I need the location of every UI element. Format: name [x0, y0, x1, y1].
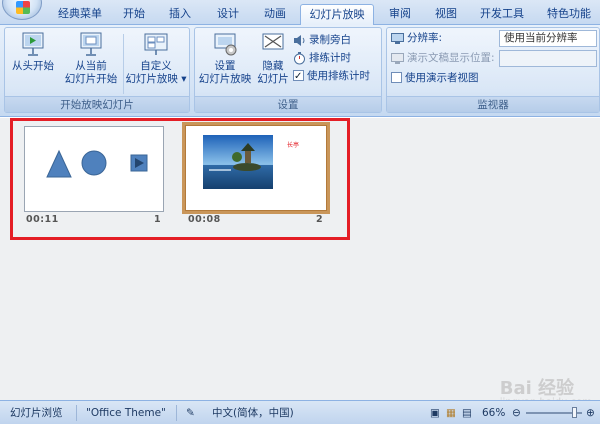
- status-view-name: 幻灯片浏览: [10, 407, 63, 419]
- zoom-out-icon[interactable]: ⊖: [512, 401, 521, 425]
- reading-view-icon[interactable]: ▤: [462, 401, 472, 425]
- slide-sorter-view-icon[interactable]: ▦: [446, 401, 456, 425]
- from-current-label-1: 从当前: [75, 60, 107, 72]
- checkbox-checked-icon: [293, 68, 304, 85]
- setup-slideshow-label-1: 设置: [214, 60, 236, 72]
- projector-screen-icon: [22, 32, 44, 56]
- group-setup-label: 设置: [195, 96, 381, 112]
- ribbon: 从头开始 从当前 幻灯片开始 自定义 幻灯片放映 ▾ 开始放映幻灯片 设置 幻灯…: [0, 25, 600, 117]
- tab-view[interactable]: 视图: [428, 4, 464, 25]
- zoom-in-icon[interactable]: ⊕: [586, 401, 595, 425]
- from-start-label: 从头开始: [12, 60, 54, 72]
- custom-slideshow-icon: [144, 33, 168, 55]
- presenter-view-checkbox[interactable]: 使用演示者视图: [391, 70, 479, 87]
- projector-screen-current-icon: [80, 32, 102, 56]
- bottom-strip: [0, 424, 600, 438]
- normal-view-icon[interactable]: ▣: [430, 401, 440, 425]
- rehearse-timings-button[interactable]: 排练计时: [293, 50, 351, 67]
- tab-design[interactable]: 设计: [208, 4, 248, 25]
- from-start-button[interactable]: 从头开始: [9, 30, 57, 73]
- show-on-label: 演示文稿显示位置:: [407, 52, 495, 64]
- dropdown-arrow-icon: ▾: [181, 73, 187, 85]
- hide-slide-icon: [262, 33, 284, 50]
- resolution-label-wrap: 分辨率:: [391, 30, 442, 47]
- hide-slide-label-1: 隐藏: [262, 60, 284, 72]
- from-current-label-2: 幻灯片开始: [64, 73, 118, 85]
- group-monitor-label: 监视器: [387, 96, 599, 112]
- highlight-box: [10, 118, 350, 240]
- use-timings-label: 使用排练计时: [307, 70, 370, 82]
- office-button[interactable]: [2, 0, 42, 20]
- resolution-label: 分辨率:: [407, 32, 443, 44]
- hide-slide-label-2: 幻灯片: [257, 73, 289, 85]
- ribbon-tab-bar: 经典菜单 开始 插入 设计 动画 幻灯片放映 审阅 视图 开发工具 特色功能: [0, 0, 600, 26]
- tab-home[interactable]: 开始: [114, 4, 154, 25]
- setup-slideshow-icon: [214, 33, 237, 56]
- custom-slideshow-button[interactable]: 自定义 幻灯片放映 ▾: [125, 30, 187, 86]
- group-start-slideshow: 从头开始 从当前 幻灯片开始 自定义 幻灯片放映 ▾ 开始放映幻灯片: [4, 27, 190, 113]
- tab-developer[interactable]: 开发工具: [474, 4, 530, 25]
- tab-classic-menu[interactable]: 经典菜单: [50, 4, 110, 25]
- watermark-text: Bai 经验: [499, 378, 575, 399]
- checkbox-unchecked-icon: [391, 71, 402, 83]
- monitor-icon: [391, 32, 404, 44]
- from-current-button[interactable]: 从当前 幻灯片开始: [63, 30, 119, 86]
- custom-slideshow-label-1: 自定义: [140, 60, 172, 72]
- zoom-level[interactable]: 66%: [482, 401, 505, 425]
- custom-slideshow-label-2: 幻灯片放映 ▾: [125, 73, 187, 85]
- setup-slideshow-label-2: 幻灯片放映: [198, 73, 252, 85]
- show-on-select[interactable]: [499, 50, 597, 67]
- speaker-icon: [294, 34, 305, 46]
- show-on-label-wrap: 演示文稿显示位置:: [391, 50, 495, 67]
- status-language[interactable]: 中文(简体，中国): [212, 401, 294, 425]
- tab-review[interactable]: 审阅: [382, 4, 418, 25]
- zoom-slider-thumb[interactable]: [572, 407, 577, 418]
- hide-slide-button[interactable]: 隐藏 幻灯片: [255, 30, 291, 86]
- status-bar: 幻灯片浏览 "Office Theme" ✎ 中文(简体，中国) ▣ ▦ ▤ 6…: [0, 400, 600, 424]
- tab-slideshow[interactable]: 幻灯片放映: [300, 4, 374, 26]
- resolution-select[interactable]: 使用当前分辨率: [499, 30, 597, 47]
- presenter-view-label: 使用演示者视图: [405, 72, 479, 84]
- group-setup: 设置 幻灯片放映 隐藏 幻灯片 录制旁白 排练计时 ✓使用排练计时 设置: [194, 27, 382, 113]
- status-theme[interactable]: "Office Theme": [86, 401, 166, 425]
- use-timings-checkbox[interactable]: 使用排练计时: [293, 68, 370, 85]
- slide-sorter-area: 00:11 1 长亭 00:08 2: [0, 118, 600, 400]
- spellcheck-icon[interactable]: ✎: [186, 401, 195, 425]
- monitor-disabled-icon: [391, 52, 404, 64]
- record-narration-button[interactable]: 录制旁白: [293, 32, 351, 49]
- group-divider: [123, 34, 124, 94]
- tab-animation[interactable]: 动画: [255, 4, 295, 25]
- record-narration-label: 录制旁白: [309, 34, 351, 46]
- tab-insert[interactable]: 插入: [160, 4, 200, 25]
- status-divider: [176, 405, 177, 421]
- status-divider: [76, 405, 77, 421]
- tab-special-features[interactable]: 特色功能: [540, 4, 598, 25]
- setup-slideshow-button[interactable]: 设置 幻灯片放映: [197, 30, 253, 86]
- group-monitor: 分辨率: 使用当前分辨率 演示文稿显示位置: 使用演示者视图 监视器: [386, 27, 600, 113]
- group-start-label: 开始放映幻灯片: [5, 96, 189, 112]
- stopwatch-icon: [294, 51, 305, 64]
- rehearse-timings-label: 排练计时: [309, 52, 351, 64]
- office-logo-icon: [16, 1, 30, 14]
